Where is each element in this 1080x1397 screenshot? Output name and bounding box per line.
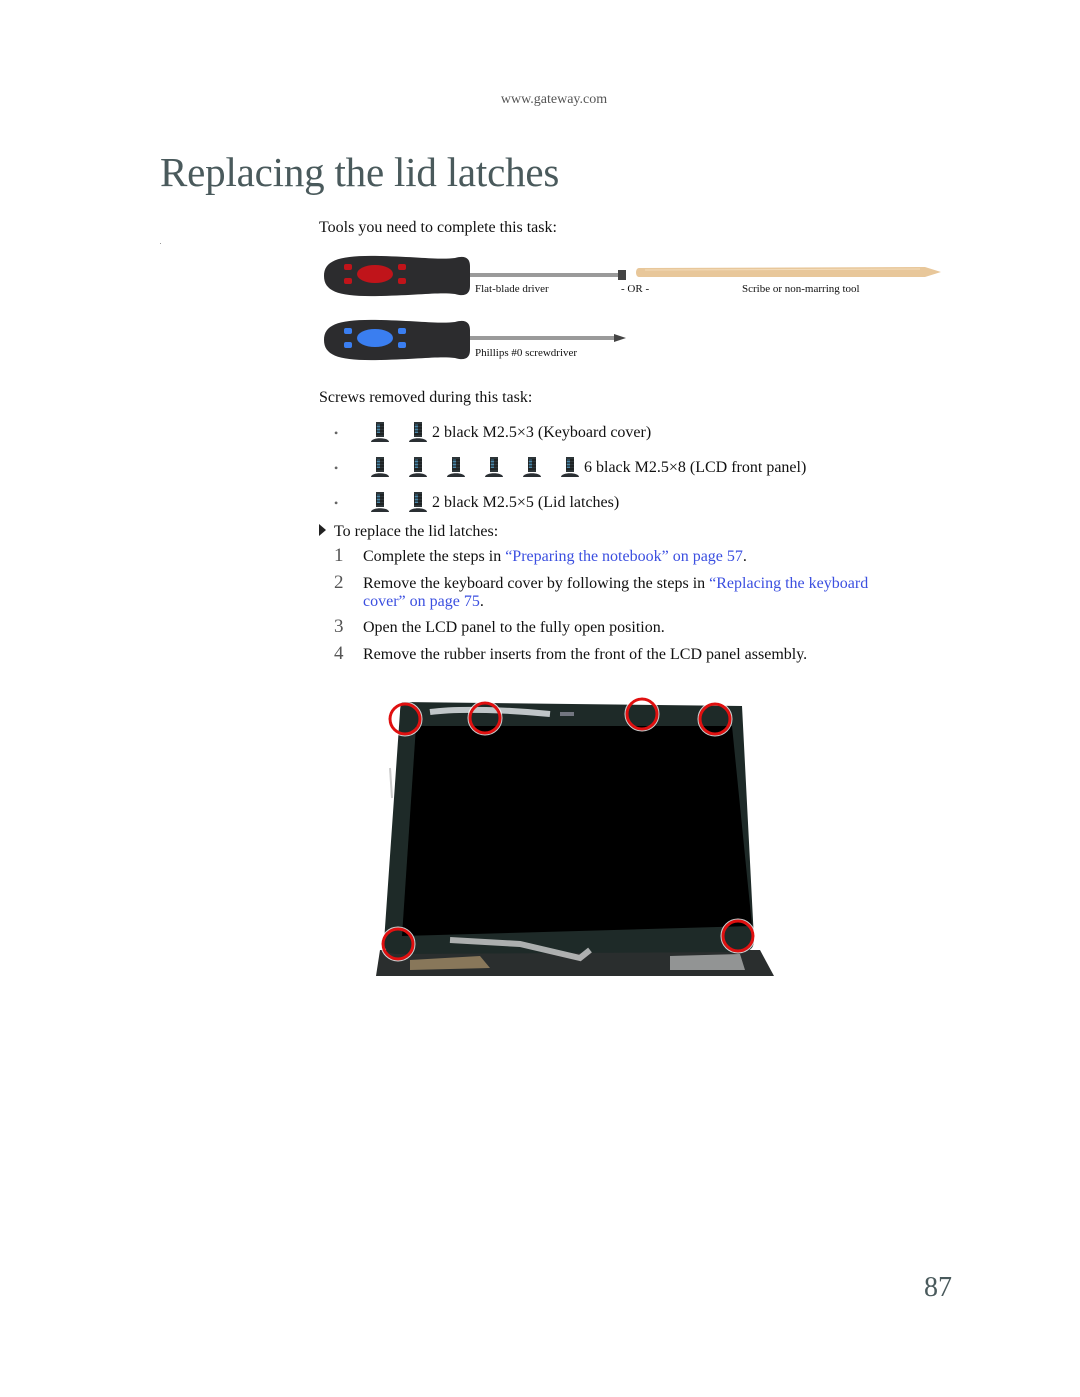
- step-number: 2: [334, 572, 344, 593]
- step-number: 4: [334, 643, 344, 664]
- step-text: Open the LCD panel to the fully open pos…: [363, 619, 665, 636]
- screw-icon: [408, 491, 428, 515]
- scribe-tool-icon: [636, 267, 941, 277]
- screw-description: 2 black M2.5×5 (Lid latches): [432, 494, 620, 511]
- procedure-heading-text: To replace the lid latches:: [334, 523, 499, 540]
- step-text-plain: Remove the keyboard cover by following t…: [363, 575, 710, 592]
- flat-blade-driver-label: Flat-blade driver: [475, 283, 549, 295]
- scribe-tool-label: Scribe or non-marring tool: [742, 283, 860, 295]
- preparing-notebook-link[interactable]: “Preparing the notebook” on page 57: [505, 548, 743, 565]
- screw-icon: [370, 491, 390, 515]
- page-number: 87: [924, 1272, 952, 1303]
- page-title: Replacing the lid latches: [160, 149, 560, 195]
- screw-icon: [370, 456, 390, 480]
- step-text-continued: cover” on page 75.: [363, 593, 484, 611]
- step-text: Complete the steps in “Preparing the not…: [363, 548, 747, 566]
- lcd-panel-figure: [340, 688, 774, 976]
- step-text: Remove the keyboard cover by following t…: [363, 575, 868, 593]
- screw-description: 6 black M2.5×8 (LCD front panel): [584, 459, 807, 476]
- step-number: 3: [334, 616, 344, 637]
- screw-list-item: • 2 black M2.5×3 (Keyboard cover): [334, 420, 651, 446]
- step-text-plain: .: [479, 593, 484, 610]
- phillips-screwdriver-label: Phillips #0 screwdriver: [475, 347, 578, 359]
- bullet: •: [334, 460, 339, 475]
- procedure-heading: To replace the lid latches:: [319, 523, 498, 541]
- triangle-bullet-icon: [319, 524, 326, 537]
- or-separator: - OR -: [621, 283, 650, 295]
- screws-heading: Screws removed during this task:: [319, 389, 533, 406]
- screw-icon: [560, 456, 580, 480]
- screw-icon: [484, 456, 504, 480]
- screw-icon: [408, 421, 428, 445]
- step-number: 1: [334, 545, 344, 566]
- replacing-keyboard-cover-link-cont[interactable]: cover” on page 75: [363, 593, 480, 610]
- screw-icon: [446, 456, 466, 480]
- screw-icon: [408, 456, 428, 480]
- screw-list-item: • 2 black M2.5×5 (Lid latches): [334, 490, 619, 516]
- screw-icon: [522, 456, 542, 480]
- step-text-plain: Complete the steps in: [363, 548, 506, 565]
- tools-heading: Tools you need to complete this task:: [319, 219, 557, 236]
- screw-description: 2 black M2.5×3 (Keyboard cover): [432, 424, 652, 441]
- screw-icon: [370, 421, 390, 445]
- step-text-plain: .: [742, 548, 747, 565]
- bullet: •: [334, 425, 339, 440]
- replacing-keyboard-cover-link[interactable]: “Replacing the keyboard: [709, 575, 868, 592]
- screw-list-item: • 6 black M2.5×8 (LCD front panel): [334, 455, 806, 481]
- header-url: www.gateway.com: [500, 92, 608, 107]
- step-text: Remove the rubber inserts from the front…: [363, 646, 808, 663]
- lcd-screen: [402, 726, 752, 936]
- margin-dot: [160, 243, 161, 244]
- bullet: •: [334, 495, 339, 510]
